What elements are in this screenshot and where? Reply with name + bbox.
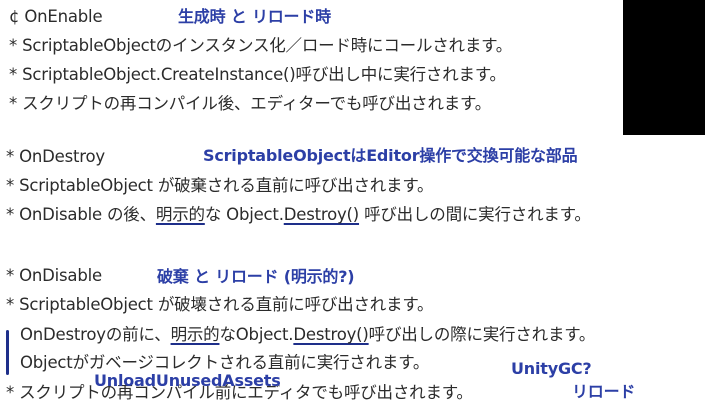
ondisable-line-3: Objectがガベージコレクトされる直前に実行されます。 bbox=[20, 353, 430, 372]
ondestroy-heading: * OnDestroy bbox=[6, 147, 105, 166]
annotation-reload: リロード bbox=[572, 382, 636, 401]
ondestroy-line-1: * ScriptableObject が破棄される直前に呼び出されます。 bbox=[6, 176, 434, 195]
ondestroy-line-2: * OnDisable の後、明示的な Object.Destroy() 呼び出… bbox=[6, 205, 591, 225]
underlined-destroy: Destroy() bbox=[293, 325, 369, 344]
annotation-create-reload: 生成時 と リロード時 bbox=[178, 7, 331, 26]
onenable-heading: ¢ OnEnable bbox=[9, 7, 103, 26]
underlined-explicit: 明示的 bbox=[155, 205, 205, 224]
margin-mark bbox=[6, 330, 9, 375]
annotation-unload-unused-assets: UnloadUnusedAssets bbox=[94, 371, 281, 390]
annotation-editor-parts: ScriptableObjectはEditor操作で交換可能な部品 bbox=[203, 146, 578, 165]
text-segment: * OnDisable の後、 bbox=[6, 205, 156, 224]
text-segment: 呼び出しの間に実行されます。 bbox=[359, 205, 591, 224]
ondisable-line-2: OnDestroyの前に、明示的なObject.Destroy()呼び出しの際に… bbox=[20, 325, 595, 345]
text-segment: OnDestroyの前に、 bbox=[20, 325, 171, 344]
ondisable-heading: * OnDisable bbox=[6, 266, 102, 285]
text-segment: なObject. bbox=[219, 325, 294, 344]
annotation-unity-gc: UnityGC? bbox=[511, 359, 592, 378]
onenable-line-3: * スクリプトの再コンパイル後、エディターでも呼び出されます。 bbox=[9, 94, 491, 113]
redacted-block bbox=[623, 0, 705, 135]
ondisable-line-1: * ScriptableObject が破壊される直前に呼び出されます。 bbox=[6, 295, 434, 314]
onenable-line-1: * ScriptableObjectのインスタンス化／ロード時にコールされます。 bbox=[9, 36, 513, 55]
text-segment: な Object. bbox=[204, 205, 284, 224]
onenable-line-2: * ScriptableObject.CreateInstance()呼び出し中… bbox=[9, 65, 506, 84]
underlined-explicit: 明示的 bbox=[170, 325, 220, 344]
underlined-destroy: Destroy() bbox=[283, 205, 360, 224]
document-page: ¢ OnEnable 生成時 と リロード時 * ScriptableObjec… bbox=[0, 0, 705, 413]
annotation-destroy-reload: 破棄 と リロード (明示的?) bbox=[157, 267, 355, 286]
text-segment: 呼び出しの際に実行されます。 bbox=[368, 325, 596, 344]
